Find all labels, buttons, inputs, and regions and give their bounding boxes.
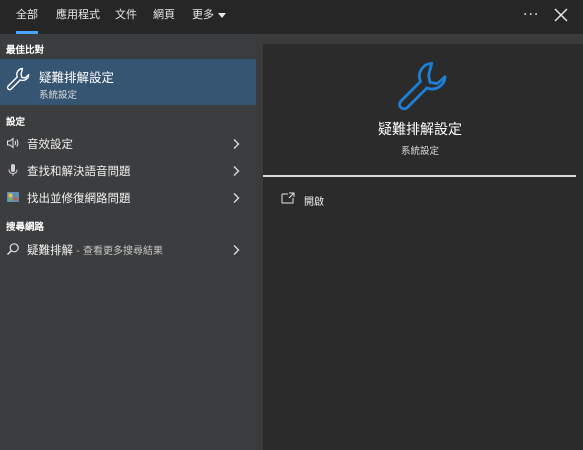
settings-item-sound[interactable]: 音效設定 [0,131,256,157]
tab-web-label: 網頁 [153,8,175,21]
web-search-item[interactable]: 疑難排解 - 查看更多搜尋結果 [0,237,256,263]
tab-web[interactable]: 網頁 [153,0,175,34]
best-match-item[interactable]: 疑難排解設定 系統設定 [0,59,256,105]
search-filter-bar: 全部 應用程式 文件 網頁 更多 ··· [0,0,583,34]
settings-item-speech[interactable]: 查找和解決語音問題 [0,158,256,184]
divider [263,175,576,177]
best-match-subtitle: 系統設定 [39,90,78,101]
wrench-icon [6,67,30,91]
chevron-down-icon [218,12,226,18]
chevron-right-icon [233,139,240,149]
best-match-heading: 最佳比對 [6,45,45,56]
network-troubleshoot-icon [7,192,19,202]
tab-all-label: 全部 [16,8,38,21]
settings-item-speech-label: 查找和解決語音問題 [27,164,131,178]
wrench-icon [398,61,447,111]
settings-item-network[interactable]: 找出並修復網路問題 [0,185,256,211]
settings-heading: 設定 [6,117,26,128]
tab-more[interactable]: 更多 [192,0,226,34]
preview-subtitle: 系統設定 [400,146,439,157]
web-search-heading: 搜尋網路 [6,222,45,233]
open-action-label: 開啟 [304,197,324,208]
chevron-right-icon [233,193,240,203]
search-icon [7,243,19,255]
chevron-right-icon [233,245,240,255]
web-search-query: 疑難排解 [27,243,73,257]
preview-pane: 疑難排解設定 系統設定 開啟 [263,44,583,450]
tab-more-label: 更多 [192,8,214,21]
tab-apps-label: 應用程式 [56,8,100,21]
close-icon[interactable] [552,6,570,24]
chevron-right-icon [233,166,240,176]
tab-apps[interactable]: 應用程式 [56,0,100,34]
tab-documents[interactable]: 文件 [115,0,137,34]
speaker-icon [7,137,19,149]
results-pane: 最佳比對 疑難排解設定 系統設定 設定 音效設定 查找和解決語音問題 找出並修復… [0,34,256,450]
open-icon [281,192,295,204]
microphone-icon [8,164,18,176]
best-match-title: 疑難排解設定 [39,70,115,85]
preview-title: 疑難排解設定 [378,122,462,138]
settings-item-network-label: 找出並修復網路問題 [27,191,131,205]
tab-all[interactable]: 全部 [16,0,38,34]
web-search-hint: - 查看更多搜尋結果 [73,246,163,257]
settings-item-sound-label: 音效設定 [27,137,73,151]
ellipsis-icon[interactable]: ··· [523,7,539,23]
web-search-text: 疑難排解 - 查看更多搜尋結果 [27,242,163,258]
tab-documents-label: 文件 [115,8,137,21]
